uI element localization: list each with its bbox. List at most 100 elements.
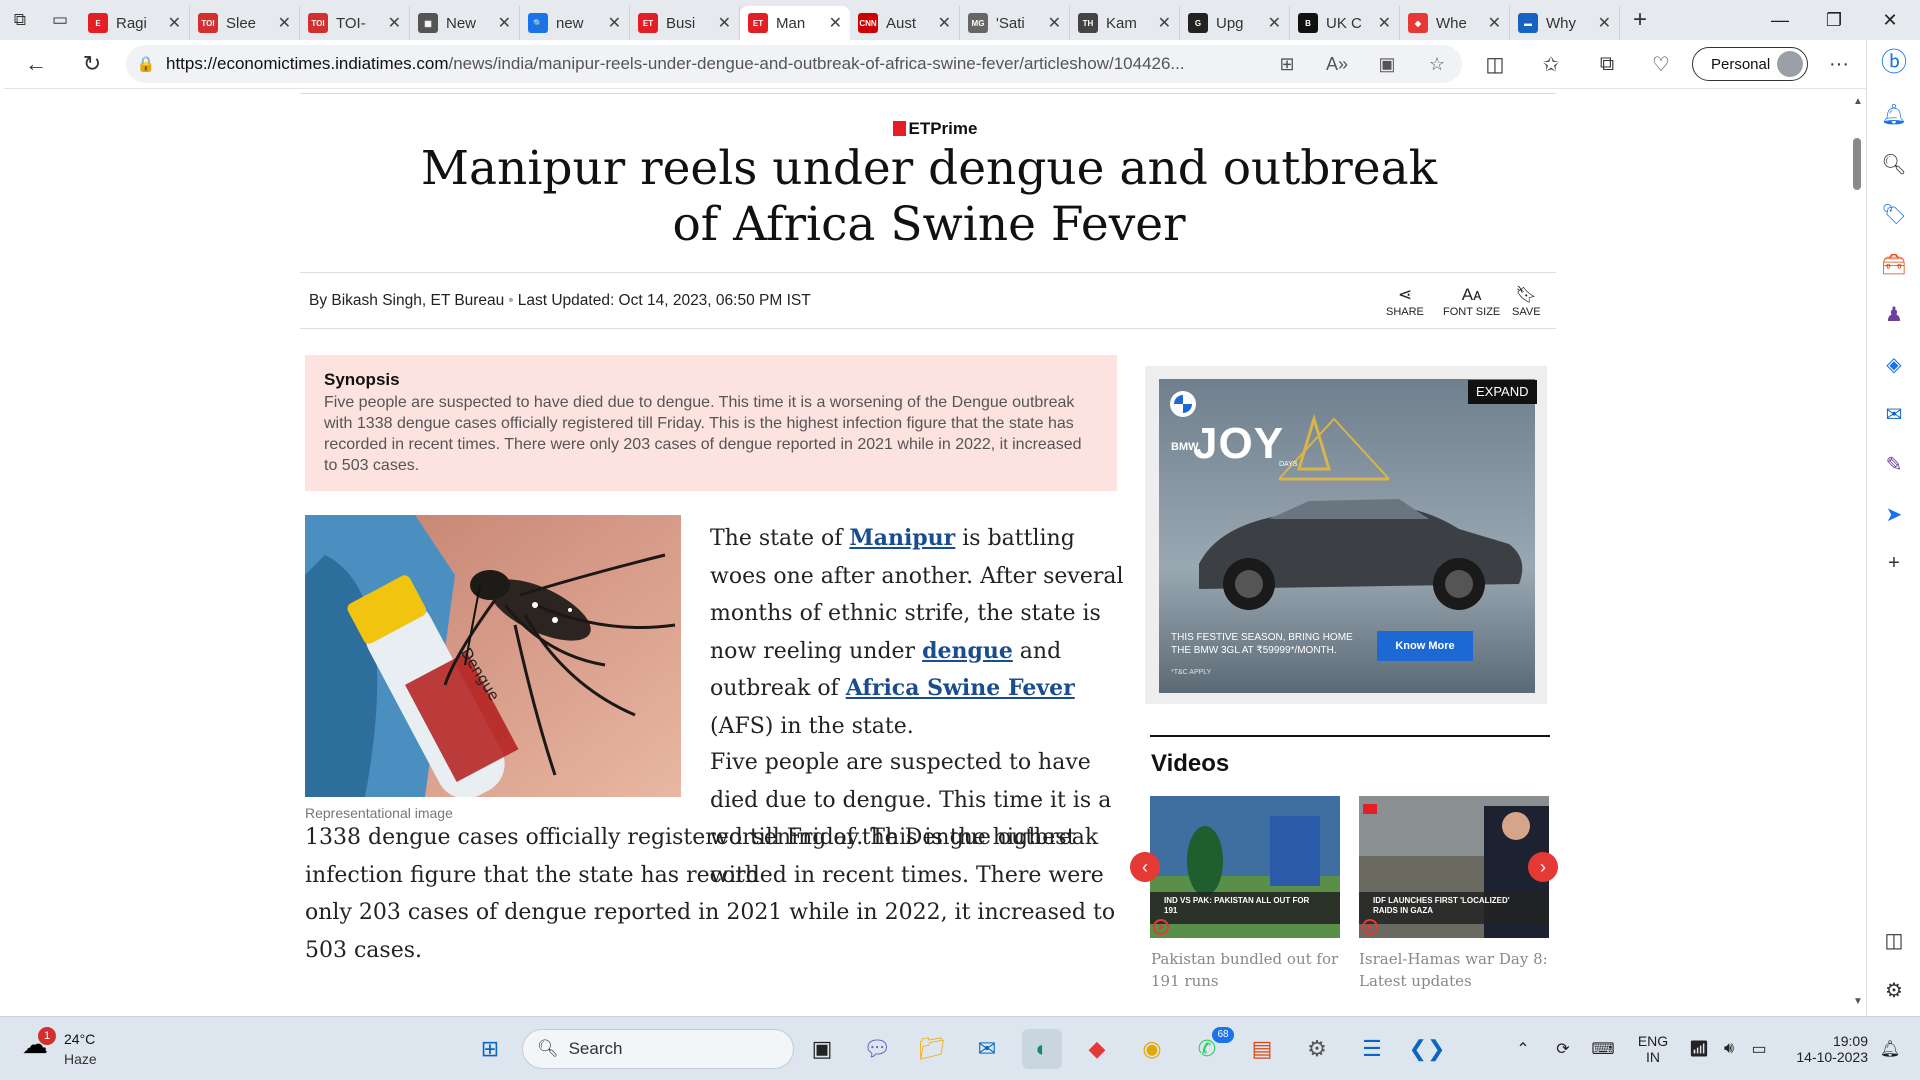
favorite-star-icon[interactable]: ☆	[1412, 54, 1462, 75]
scrollbar-thumb[interactable]	[1853, 138, 1861, 190]
keyboard-icon[interactable]: ⌨	[1588, 1017, 1618, 1080]
link-dengue[interactable]: dengue	[922, 638, 1013, 664]
close-window-button[interactable]: ✕	[1860, 0, 1920, 40]
back-button[interactable]: ←	[8, 40, 64, 88]
outlook-icon[interactable]: ✉︎	[1867, 402, 1920, 427]
browser-tab[interactable]: 🔍 new ✕	[520, 6, 630, 40]
close-tab-icon[interactable]: ✕	[1378, 13, 1391, 33]
language-indicator[interactable]: ENG IN	[1628, 1017, 1678, 1080]
edge-taskbar-icon[interactable]: ◐	[1022, 1029, 1062, 1069]
close-tab-icon[interactable]: ✕	[1158, 13, 1171, 33]
copilot-icon[interactable]: ⓑ	[1867, 42, 1920, 79]
browser-tab[interactable]: E Ragi ✕	[80, 6, 190, 40]
video-thumbnail-2[interactable]: IDF LAUNCHES FIRST 'LOCALIZED' RAIDS IN …	[1359, 796, 1549, 938]
ad-expand-button[interactable]: EXPAND	[1468, 380, 1537, 404]
video-thumbnail-1[interactable]: IND VS PAK: PAKISTAN ALL OUT FOR 191	[1150, 796, 1340, 938]
close-tab-icon[interactable]: ✕	[498, 13, 511, 33]
page-scrollbar[interactable]: ▲ ▼	[1850, 88, 1866, 1016]
drop-icon[interactable]: ➤	[1867, 502, 1920, 527]
clock[interactable]: 19:09 14-10-2023	[1778, 1017, 1868, 1080]
add-sidebar-app-icon[interactable]: +	[1867, 552, 1920, 575]
more-menu-icon[interactable]: ···	[1814, 40, 1864, 88]
teams-chat-icon[interactable]: 💬︎	[857, 1029, 897, 1069]
scroll-up-icon[interactable]: ▲	[1850, 96, 1866, 107]
games-icon[interactable]: ♟︎	[1867, 302, 1920, 327]
sync-icon[interactable]: ⟳	[1548, 1017, 1578, 1080]
wifi-icon[interactable]: 📶︎	[1684, 1017, 1714, 1080]
mail-icon[interactable]: ✉︎	[967, 1029, 1007, 1069]
favorites-icon[interactable]: ✩	[1526, 40, 1576, 88]
tray-overflow-icon[interactable]: ⌃	[1508, 1017, 1538, 1080]
address-bar[interactable]: 🔒 https://economictimes.indiatimes.com/n…	[126, 45, 1462, 83]
weather-temp[interactable]: 24°C	[64, 1031, 95, 1047]
browser-tab[interactable]: ET Busi ✕	[630, 6, 740, 40]
browser-tab[interactable]: TOI Slee ✕	[190, 6, 300, 40]
office-lens-icon[interactable]: ▤	[1242, 1029, 1282, 1069]
browser-tab[interactable]: MG 'Sati ✕	[960, 6, 1070, 40]
video-title-2[interactable]: Israel-Hamas war Day 8: Latest updates	[1359, 948, 1549, 992]
settings-icon[interactable]: ⚙︎	[1297, 1029, 1337, 1069]
browser-tab[interactable]: TOI TOI- ✕	[300, 6, 410, 40]
close-tab-icon[interactable]: ✕	[168, 13, 181, 33]
browser-tab[interactable]: CNN Aust ✕	[850, 6, 960, 40]
carousel-prev-button[interactable]: ‹	[1130, 852, 1160, 882]
collections-icon[interactable]: ⧉	[1582, 40, 1632, 88]
restore-button[interactable]: ❐	[1804, 0, 1864, 40]
carousel-next-button[interactable]: ›	[1528, 852, 1558, 882]
notification-center-icon[interactable]: 🔔︎	[1872, 1017, 1908, 1080]
save-button[interactable]: 🔖︎ SAVE	[1512, 284, 1541, 318]
close-tab-icon[interactable]: ✕	[608, 13, 621, 33]
link-manipur[interactable]: Manipur	[849, 525, 955, 551]
browser-tab[interactable]: B UK C ✕	[1290, 6, 1400, 40]
profile-button[interactable]: Personal	[1692, 47, 1808, 81]
designer-icon[interactable]: ✎	[1867, 452, 1920, 477]
font-size-button[interactable]: Aᴀ FONT SIZE	[1443, 284, 1500, 318]
browser-tab[interactable]: TH Kam ✕	[1070, 6, 1180, 40]
task-view-icon[interactable]: ▣	[802, 1029, 842, 1069]
close-tab-icon[interactable]: ✕	[1488, 13, 1501, 33]
new-tab-button[interactable]: +	[1620, 6, 1660, 34]
weather-desc[interactable]: Haze	[64, 1051, 97, 1067]
start-button[interactable]: ⊞	[470, 1029, 510, 1069]
share-button[interactable]: ⋖ SHARE	[1386, 284, 1424, 318]
author[interactable]: By Bikash Singh, ET Bureau	[309, 292, 504, 309]
microsoft-365-icon[interactable]: ◈	[1867, 352, 1920, 377]
browser-essentials-icon[interactable]: ♡	[1636, 40, 1686, 88]
split-screen-icon[interactable]: ◫	[1470, 40, 1520, 88]
close-tab-icon[interactable]: ✕	[278, 13, 291, 33]
close-tab-icon[interactable]: ✕	[938, 13, 951, 33]
immersive-reader-icon[interactable]: ▣	[1362, 54, 1412, 75]
apps-icon[interactable]: ⊞	[1262, 54, 1312, 75]
close-tab-icon[interactable]: ✕	[1268, 13, 1281, 33]
ad-know-more-button[interactable]: Know More	[1377, 631, 1473, 661]
video-title-1[interactable]: Pakistan bundled out for 191 runs	[1151, 948, 1341, 992]
browser-tab[interactable]: G Upg ✕	[1180, 6, 1290, 40]
chrome-icon[interactable]: ◉	[1132, 1029, 1172, 1069]
browser-tab[interactable]: ET Man ✕	[740, 6, 850, 40]
read-aloud-icon[interactable]: A»	[1312, 54, 1362, 75]
tools-icon[interactable]: 🧰︎	[1867, 252, 1920, 277]
notepad-icon[interactable]: ☰	[1352, 1029, 1392, 1069]
url-text[interactable]: https://economictimes.indiatimes.com/new…	[166, 54, 1262, 74]
sidebar-settings-icon[interactable]: ⚙︎	[1867, 978, 1920, 1003]
close-tab-icon[interactable]: ✕	[829, 13, 842, 33]
workspaces-icon[interactable]: ⧉	[0, 0, 40, 40]
etprime-logo[interactable]: ETPrime	[4, 119, 1866, 139]
file-explorer-icon[interactable]: 📁︎	[912, 1029, 952, 1069]
close-tab-icon[interactable]: ✕	[388, 13, 401, 33]
browser-tab[interactable]: ▦ New ✕	[410, 6, 520, 40]
browser-tab[interactable]: ▬ Why ✕	[1510, 6, 1620, 40]
search-icon[interactable]: 🔍︎	[1867, 152, 1920, 177]
browser-tab[interactable]: ◆ Whe ✕	[1400, 6, 1510, 40]
close-tab-icon[interactable]: ✕	[1598, 13, 1611, 33]
scroll-down-icon[interactable]: ▼	[1850, 996, 1866, 1007]
link-africa-swine-fever[interactable]: Africa Swine Fever	[846, 675, 1075, 701]
hide-sidebar-icon[interactable]: ◫	[1867, 928, 1920, 953]
battery-icon[interactable]: ▭	[1744, 1017, 1774, 1080]
minimize-button[interactable]: —	[1750, 0, 1810, 40]
article-image[interactable]: Dengue	[305, 515, 681, 797]
bmw-ad[interactable]: BMW JOY DAYS THIS FESTIVE SEASON, BRING …	[1159, 379, 1535, 693]
notifications-icon[interactable]: 🔔︎	[1867, 102, 1920, 127]
close-tab-icon[interactable]: ✕	[1048, 13, 1061, 33]
taskbar-search[interactable]: 🔍︎ Search	[522, 1029, 794, 1069]
